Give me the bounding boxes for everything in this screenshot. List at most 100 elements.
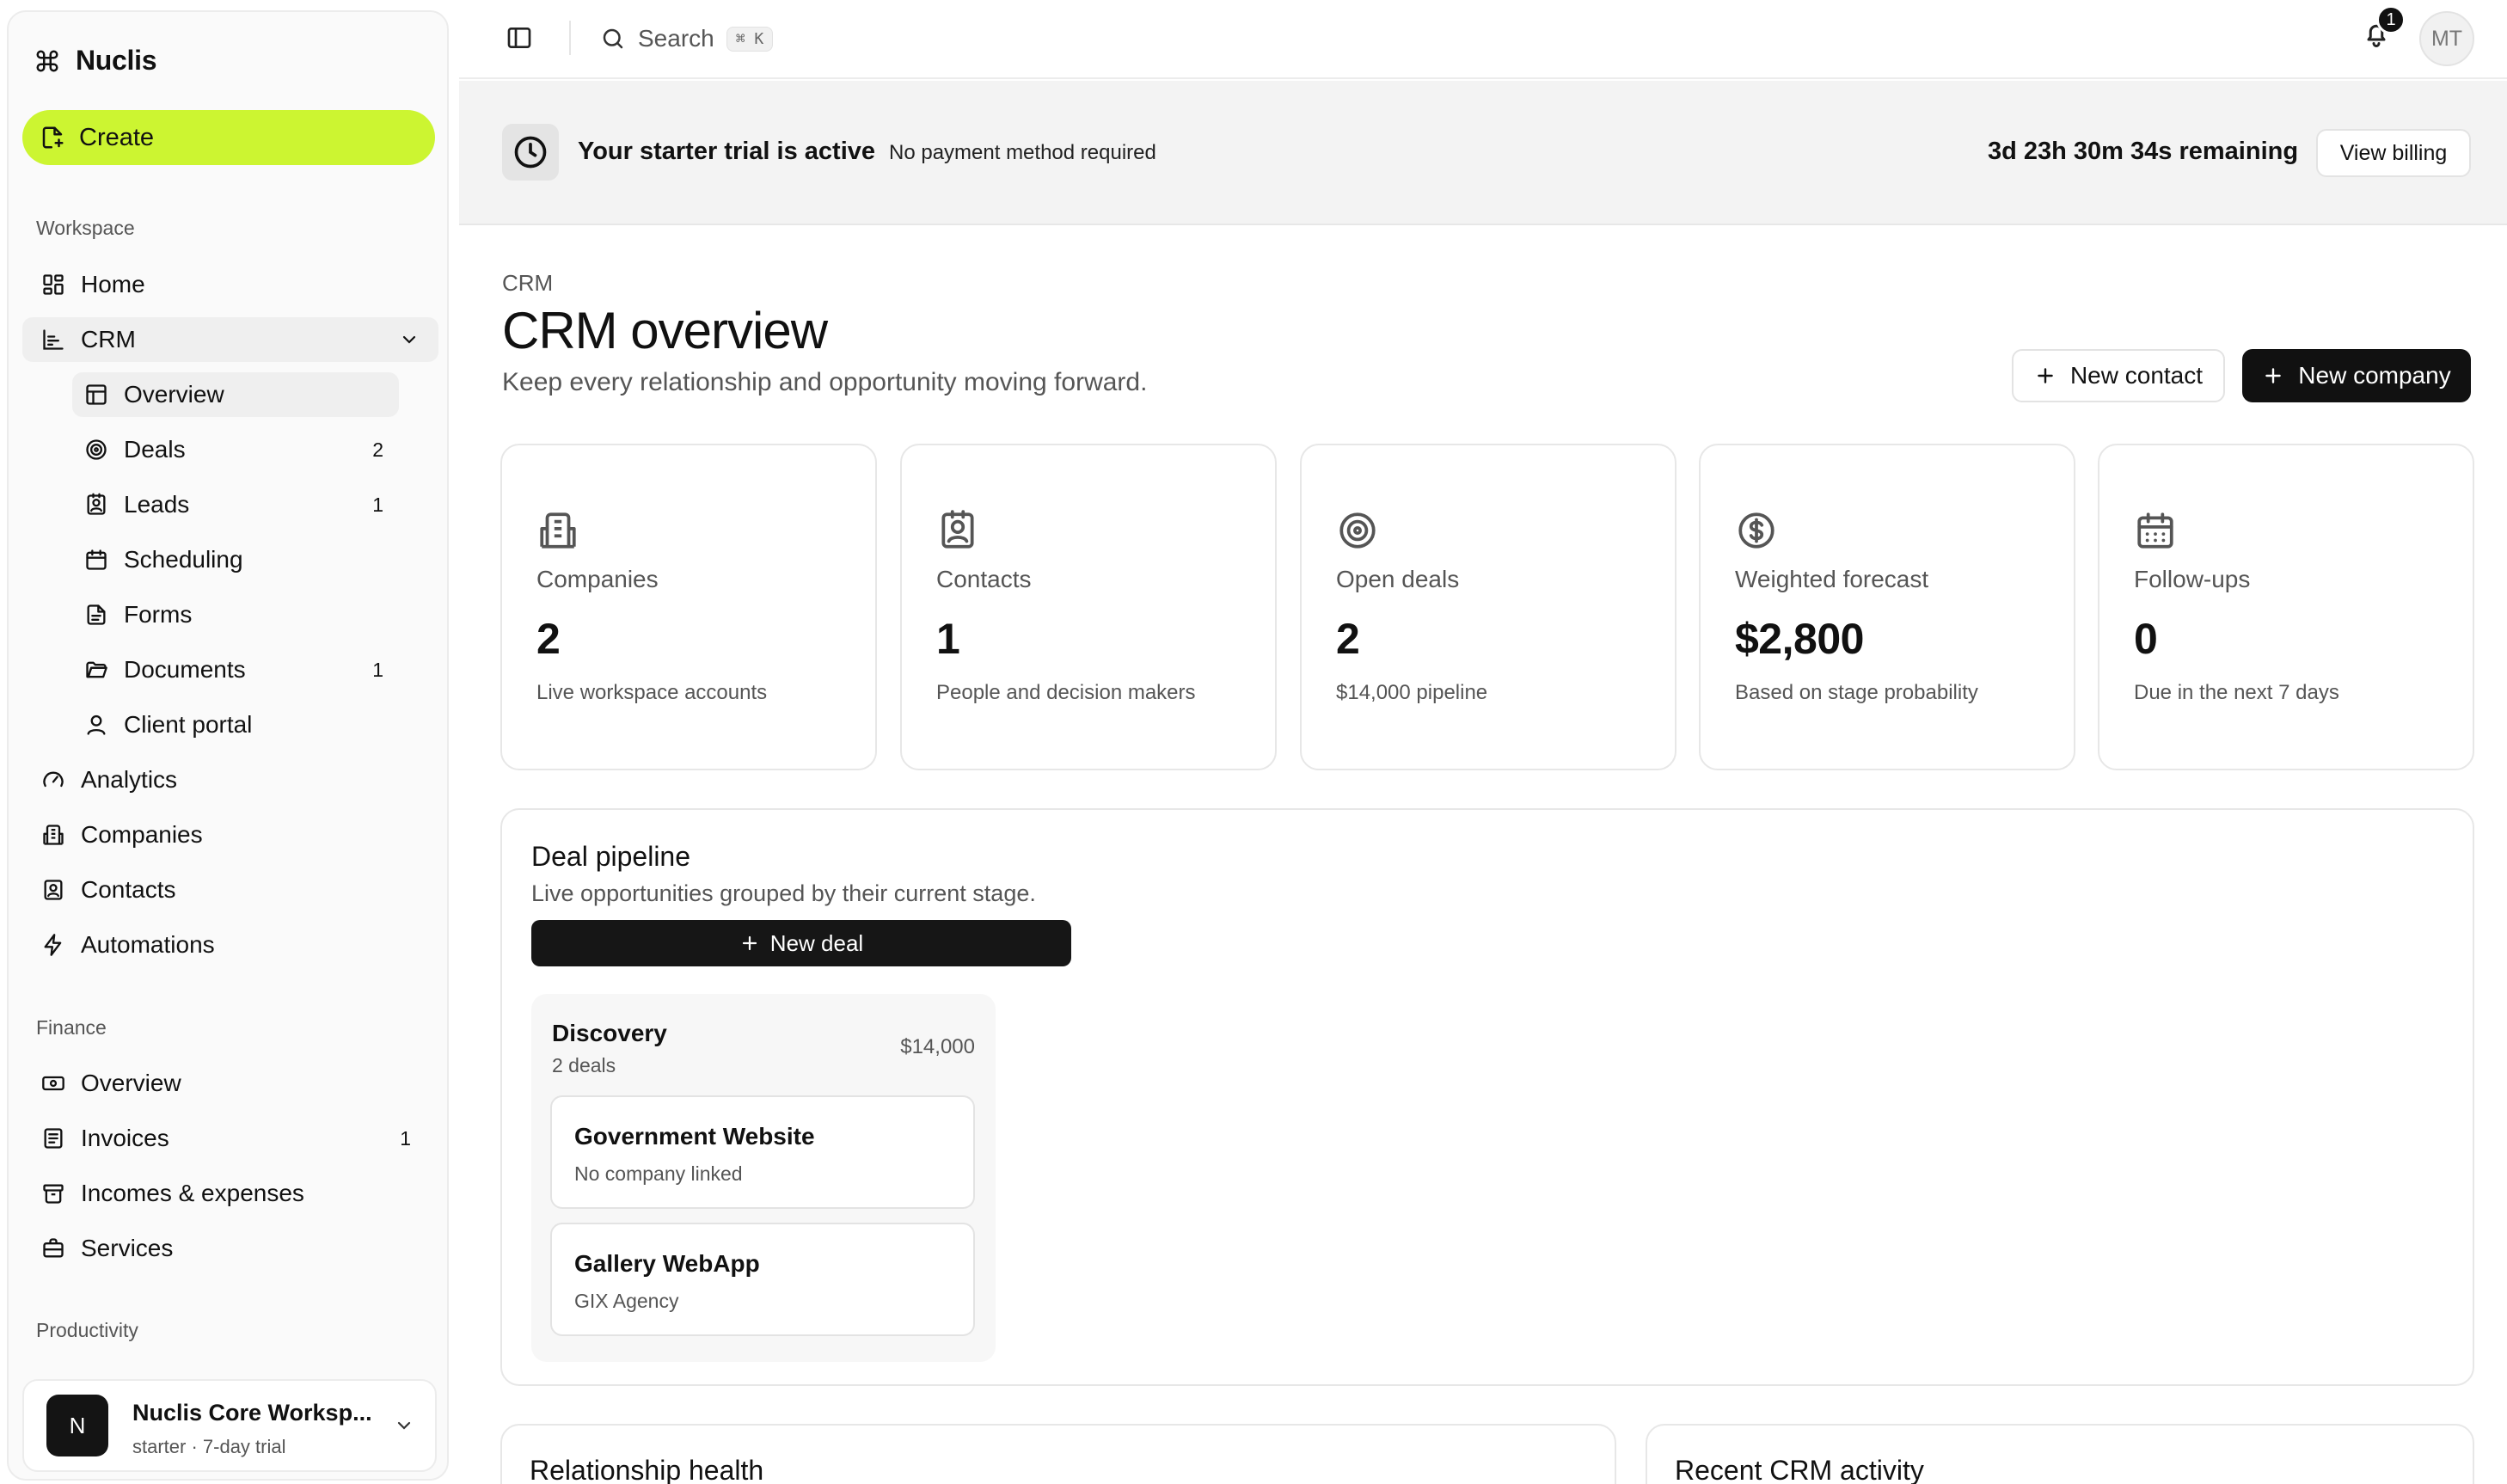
sidebar-item-label: Leads <box>124 491 190 518</box>
lightning-icon <box>41 933 65 957</box>
new-company-button[interactable]: New company <box>2242 349 2471 402</box>
sidebar-item-label: Scheduling <box>124 546 243 573</box>
new-file-icon <box>40 125 65 150</box>
stat-card-companies[interactable]: Companies 2 Live workspace accounts <box>500 444 877 770</box>
deals-count: 2 <box>372 438 383 461</box>
sidebar-item-crm[interactable]: CRM <box>22 317 438 362</box>
contact-book-icon <box>41 878 65 902</box>
layout-icon <box>84 383 108 407</box>
sidebar-item-leads[interactable]: Leads 1 <box>72 482 399 527</box>
app-window: Nuclis Create Workspace Home CRM Overvie… <box>0 0 2507 1484</box>
stat-label: Companies <box>536 566 659 592</box>
stat-label: Weighted forecast <box>1735 566 1929 592</box>
section-label-productivity: Productivity <box>36 1319 138 1341</box>
sidebar-item-label: Services <box>81 1235 174 1261</box>
create-button[interactable]: Create <box>22 110 435 165</box>
sidebar-toggle-icon[interactable] <box>506 24 533 52</box>
sidebar-item-documents[interactable]: Documents 1 <box>72 647 399 692</box>
workspace-switcher[interactable]: N Nuclis Core Worksp... starter · 7-day … <box>22 1379 437 1472</box>
sidebar-item-automations[interactable]: Automations <box>33 923 437 967</box>
section-label-finance: Finance <box>36 1016 107 1039</box>
sidebar-item-invoices[interactable]: Invoices 1 <box>33 1116 437 1161</box>
stat-card-contacts[interactable]: Contacts 1 People and decision makers <box>900 444 1277 770</box>
panel-title: Relationship health <box>530 1455 764 1484</box>
sidebar-item-label: Incomes & expenses <box>81 1180 304 1206</box>
receipt-icon <box>41 1126 65 1150</box>
sidebar-item-label: CRM <box>81 326 136 353</box>
dollar-circle-icon <box>1735 509 1778 552</box>
sidebar-item-finance-overview[interactable]: Overview <box>33 1061 437 1106</box>
new-contact-button[interactable]: New contact <box>2012 349 2225 402</box>
folder-open-icon <box>84 658 108 682</box>
sidebar-item-scheduling[interactable]: Scheduling <box>72 537 399 582</box>
stat-description: Due in the next 7 days <box>2134 681 2339 704</box>
sidebar-item-client-portal[interactable]: Client portal <box>72 702 399 747</box>
toolbar-divider <box>569 21 571 55</box>
sidebar-item-label: Overview <box>81 1070 181 1096</box>
stage-name: Discovery <box>552 1020 667 1046</box>
stat-description: People and decision makers <box>936 681 1196 704</box>
sidebar-item-label: Client portal <box>124 711 253 738</box>
search-icon <box>600 26 626 52</box>
sidebar-item-companies[interactable]: Companies <box>33 813 437 857</box>
deal-company: GIX Agency <box>574 1290 679 1312</box>
stat-label: Follow-ups <box>2134 566 2251 592</box>
page-title: CRM overview <box>502 302 828 359</box>
sidebar-item-services[interactable]: Services <box>33 1226 437 1271</box>
trial-remaining: 3d 23h 30m 34s remaining <box>1988 138 2299 165</box>
top-bar: Search ⌘ K 1 MT <box>459 0 2507 79</box>
sidebar-item-forms[interactable]: Forms <box>72 592 399 637</box>
workspace-name: Nuclis Core Worksp... <box>132 1400 372 1426</box>
sidebar-item-deals[interactable]: Deals 2 <box>72 427 399 472</box>
stat-card-weighted-forecast[interactable]: Weighted forecast $2,800 Based on stage … <box>1699 444 2075 770</box>
target-icon <box>84 438 108 462</box>
stat-value: 2 <box>536 615 561 663</box>
chevron-down-icon[interactable] <box>399 329 420 350</box>
sidebar-item-home[interactable]: Home <box>33 262 437 307</box>
workspace-avatar: N <box>46 1395 108 1456</box>
stat-value: 1 <box>936 615 960 663</box>
create-label: Create <box>79 123 155 151</box>
stat-card-follow-ups[interactable]: Follow-ups 0 Due in the next 7 days <box>2098 444 2474 770</box>
user-icon <box>84 713 108 737</box>
stage-total: $14,000 <box>900 1035 975 1058</box>
stage-deal-count: 2 deals <box>552 1054 616 1076</box>
new-company-label: New company <box>2298 362 2451 389</box>
notification-badge: 1 <box>2376 5 2406 34</box>
deal-pipeline: Deal pipeline Live opportunities grouped… <box>500 808 2474 1386</box>
brand[interactable]: Nuclis <box>34 45 157 77</box>
plus-icon <box>739 933 760 954</box>
stat-description: $14,000 pipeline <box>1336 681 1488 704</box>
search-trigger[interactable]: Search ⌘ K <box>600 17 774 60</box>
banknote-icon <box>41 1071 65 1095</box>
sidebar-item-crm-overview[interactable]: Overview <box>72 372 399 417</box>
page-subtitle: Keep every relationship and opportunity … <box>502 368 1148 396</box>
document-icon <box>84 603 108 627</box>
breadcrumb[interactable]: CRM <box>502 270 553 297</box>
clock-icon <box>502 124 559 181</box>
user-avatar[interactable]: MT <box>2419 11 2474 66</box>
stat-label: Open deals <box>1336 566 1460 592</box>
stat-description: Based on stage probability <box>1735 681 1978 704</box>
deal-card[interactable]: Gallery WebApp GIX Agency <box>550 1223 975 1336</box>
gauge-icon <box>41 768 65 792</box>
plus-icon <box>2034 365 2056 387</box>
search-shortcut: ⌘ K <box>726 26 774 52</box>
stat-description: Live workspace accounts <box>536 681 768 704</box>
stat-card-open-deals[interactable]: Open deals 2 $14,000 pipeline <box>1300 444 1676 770</box>
pipeline-title: Deal pipeline <box>531 841 691 872</box>
documents-count: 1 <box>372 658 383 681</box>
view-billing-button[interactable]: View billing <box>2316 129 2471 177</box>
sidebar-item-analytics[interactable]: Analytics <box>33 757 437 802</box>
sidebar-item-label: Overview <box>124 381 224 408</box>
deal-card[interactable]: Government Website No company linked <box>550 1095 975 1209</box>
contact-book-icon <box>936 509 979 552</box>
recent-activity-panel: Recent CRM activity <box>1646 1424 2474 1484</box>
new-deal-button[interactable]: New deal <box>531 920 1071 966</box>
sidebar-item-incomes-expenses[interactable]: Incomes & expenses <box>33 1171 437 1216</box>
trial-subtitle: No payment method required <box>889 141 1156 164</box>
command-logo-icon <box>34 48 60 74</box>
chevron-down-icon <box>394 1415 414 1436</box>
contact-book-icon <box>84 493 108 517</box>
sidebar-item-contacts[interactable]: Contacts <box>33 868 437 912</box>
